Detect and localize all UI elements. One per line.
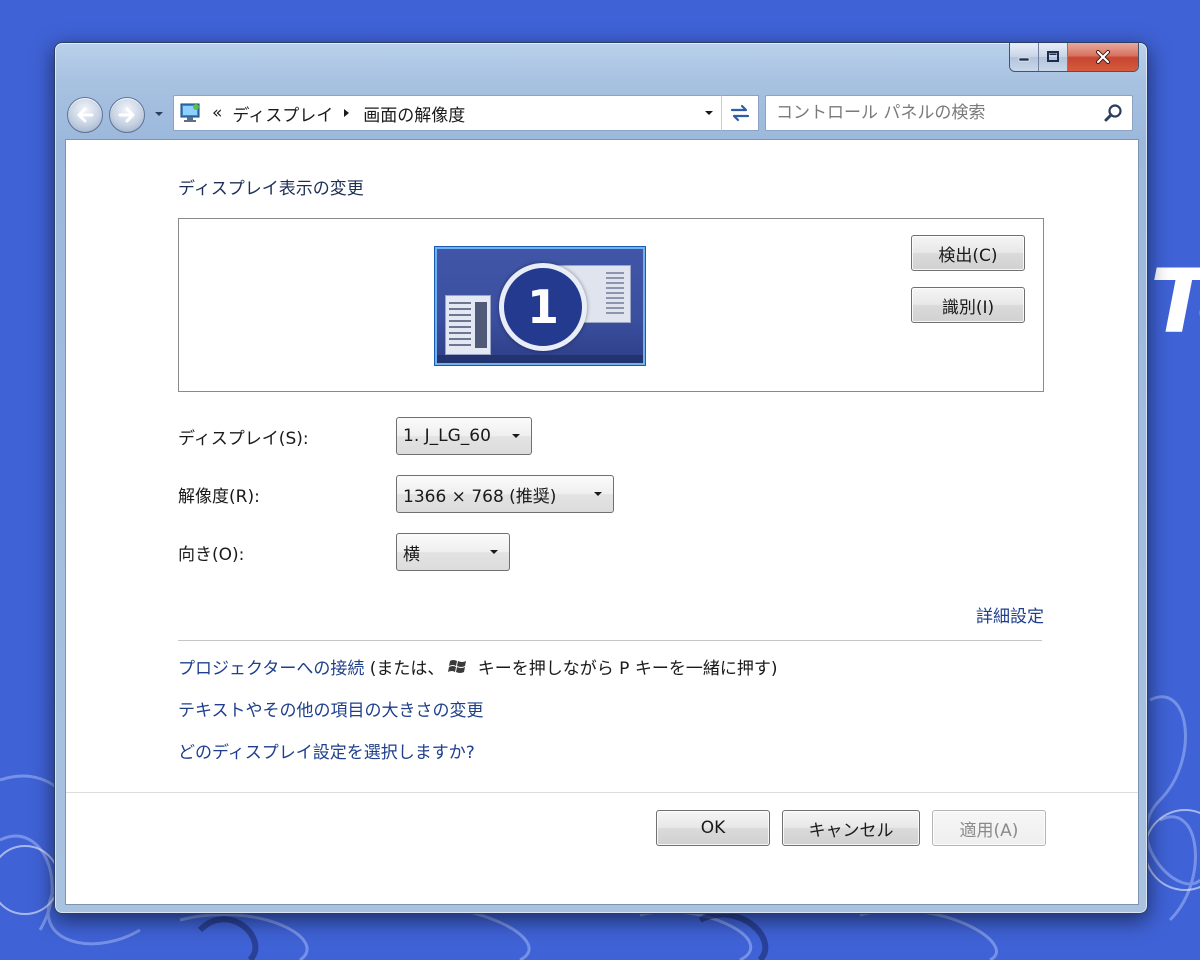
maximize-icon <box>1047 51 1059 62</box>
display-label: ディスプレイ(S): <box>178 429 309 449</box>
windows-logo-icon <box>448 658 468 681</box>
projector-link[interactable]: プロジェクターへの接続 <box>178 659 364 679</box>
monitor-layout-panel: 1 検出(C) 識別(I) <box>178 218 1044 392</box>
caption-buttons <box>1009 43 1139 72</box>
orientation-label: 向き(O): <box>178 545 245 565</box>
chevron-down-icon <box>593 491 603 497</box>
refresh-icon <box>730 104 750 122</box>
thumbnail-window-graphic <box>445 295 491 355</box>
page-title: ディスプレイ表示の変更 <box>178 179 364 199</box>
ok-button[interactable]: OK <box>656 810 770 846</box>
resolution-select-value: 1366 × 768 (推奨) <box>403 486 557 507</box>
chevron-down-icon <box>489 549 499 555</box>
projector-hint-before: (または、 <box>364 659 445 679</box>
refresh-button[interactable] <box>721 95 759 131</box>
which-display-link[interactable]: どのディスプレイ設定を選択しますか? <box>178 738 475 763</box>
monitor-1-thumbnail[interactable]: 1 <box>435 247 645 365</box>
arrow-right-icon <box>118 107 135 123</box>
which-display-link-label[interactable]: どのディスプレイ設定を選択しますか? <box>178 743 475 763</box>
maximize-button[interactable] <box>1039 43 1068 71</box>
orientation-select[interactable]: 横 <box>396 533 510 571</box>
minimize-button[interactable] <box>1010 43 1039 71</box>
projector-hint-after: キーを押しながら P キーを一緒に押す) <box>472 659 778 679</box>
control-panel-window: « ディスプレイ 画面の解像度 ディスプレイ表示の変更 <box>54 42 1148 914</box>
text-size-link[interactable]: テキストやその他の項目の大きさの変更 <box>178 696 484 721</box>
display-select[interactable]: 1. J_LG_60 <box>396 417 532 455</box>
advanced-settings-link[interactable]: 詳細設定 <box>976 602 1044 627</box>
search-box[interactable] <box>765 95 1133 131</box>
display-select-value: 1. J_LG_60 <box>403 426 491 446</box>
back-button[interactable] <box>67 97 103 133</box>
recent-pages-button[interactable] <box>153 107 165 121</box>
address-bar[interactable]: « ディスプレイ 画面の解像度 <box>173 95 723 131</box>
close-button[interactable] <box>1068 43 1138 71</box>
cancel-button[interactable]: キャンセル <box>782 810 920 846</box>
projector-row: プロジェクターへの接続 (または、 キーを押しながら P キーを一緒に押す) <box>178 654 777 681</box>
close-icon <box>1096 50 1110 64</box>
search-input[interactable] <box>776 103 1096 123</box>
control-panel-icon <box>180 102 204 124</box>
text-size-link-label[interactable]: テキストやその他の項目の大きさの変更 <box>178 701 484 721</box>
address-dropdown-button[interactable] <box>695 97 722 129</box>
chevron-down-icon <box>155 112 163 116</box>
wallpaper-logo-text: Te <box>1150 250 1200 353</box>
resolution-select[interactable]: 1366 × 768 (推奨) <box>396 475 614 513</box>
apply-button[interactable]: 適用(A) <box>932 810 1046 846</box>
thumbnail-taskbar-graphic <box>437 355 643 363</box>
breadcrumb-separator-icon[interactable] <box>343 107 353 119</box>
detect-button[interactable]: 検出(C) <box>911 235 1025 271</box>
resolution-label: 解像度(R): <box>178 487 260 507</box>
footer-divider <box>66 792 1138 793</box>
arrow-left-icon <box>77 107 94 123</box>
orientation-select-value: 横 <box>403 544 420 565</box>
section-divider <box>178 640 1042 641</box>
minimize-icon <box>1018 57 1030 62</box>
forward-button[interactable] <box>109 97 145 133</box>
breadcrumb-screen-resolution[interactable]: 画面の解像度 <box>363 101 465 126</box>
monitor-number-badge: 1 <box>499 263 587 351</box>
search-icon[interactable] <box>1104 103 1124 123</box>
chevron-down-icon <box>705 111 713 115</box>
content-area: ディスプレイ表示の変更 1 検出(C) 識別(I) ディスプレイ(S): 1. … <box>65 139 1139 905</box>
identify-button[interactable]: 識別(I) <box>911 287 1025 323</box>
address-overflow-chevrons[interactable]: « <box>212 103 222 123</box>
navigation-bar: « ディスプレイ 画面の解像度 <box>65 91 1135 133</box>
breadcrumb-display[interactable]: ディスプレイ <box>232 101 333 126</box>
chevron-down-icon <box>511 433 521 439</box>
